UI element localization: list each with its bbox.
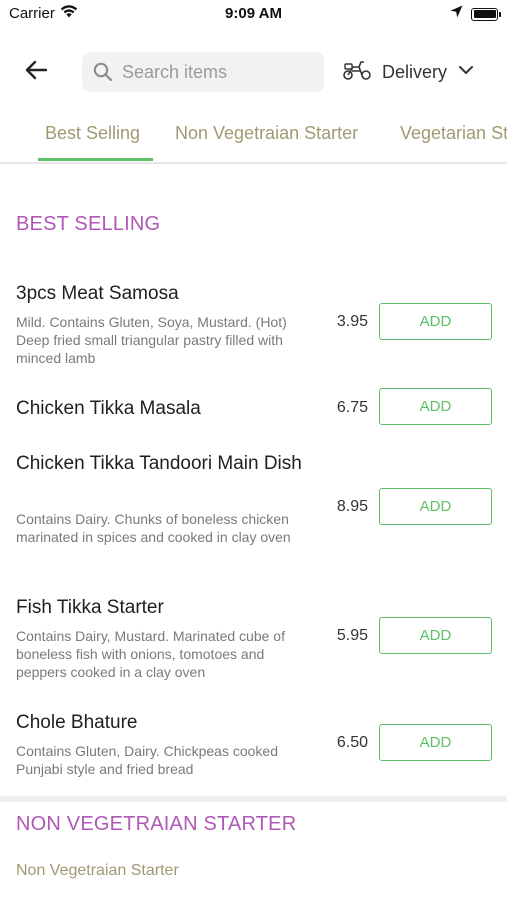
item-description: Contains Dairy, Mustard. Marinated cube … — [16, 628, 285, 680]
battery-icon — [471, 7, 501, 21]
item-name: Chicken Tikka Tandoori Main Dish — [16, 453, 302, 474]
status-time: 9:09 AM — [225, 5, 282, 22]
chevron-down-icon — [457, 63, 475, 81]
tab-vegetarian-starter[interactable]: Vegetarian Starter — [400, 112, 507, 162]
search-input[interactable] — [122, 61, 312, 83]
section-divider — [0, 796, 507, 802]
add-button[interactable]: ADD — [379, 303, 492, 340]
search-icon — [92, 61, 114, 83]
back-button[interactable] — [20, 58, 52, 86]
section-title-non-vegetraian-starter: NON VEGETRAIAN STARTER — [16, 813, 297, 835]
header: Delivery — [0, 48, 507, 96]
item-name: Chole Bhature — [16, 712, 138, 733]
item-price: 6.50 — [336, 734, 368, 751]
add-button[interactable]: ADD — [379, 724, 492, 761]
item-description: Contains Gluten, Dairy. Chickpeas cooked… — [16, 743, 278, 777]
item-price: 3.95 — [336, 313, 368, 330]
add-button[interactable]: ADD — [379, 617, 492, 654]
item-description: Contains Dairy. Chunks of boneless chick… — [16, 511, 291, 545]
active-tab-indicator — [38, 158, 153, 161]
item-name: 3pcs Meat Samosa — [16, 283, 179, 304]
item-description: Mild. Contains Gluten, Soya, Mustard. (H… — [16, 314, 287, 366]
item-name: Chicken Tikka Masala — [16, 398, 201, 419]
scooter-icon — [342, 59, 372, 86]
add-button[interactable]: ADD — [379, 388, 492, 425]
tab-best-selling[interactable]: Best Selling — [45, 112, 140, 162]
location-arrow-icon — [450, 5, 463, 23]
delivery-selector[interactable]: Delivery — [342, 56, 475, 88]
item-price: 8.95 — [336, 498, 368, 515]
tab-non-vegetraian-starter[interactable]: Non Vegetraian Starter — [175, 112, 358, 162]
add-button[interactable]: ADD — [379, 488, 492, 525]
item-price: 6.75 — [336, 399, 368, 416]
section-subtitle: Non Vegetraian Starter — [16, 862, 179, 879]
item-name: Fish Tikka Starter — [16, 597, 164, 618]
status-right — [450, 5, 501, 23]
status-bar: Carrier 9:09 AM — [0, 0, 507, 30]
delivery-label: Delivery — [382, 61, 448, 82]
category-tabs: Best Selling Non Vegetraian Starter Vege… — [0, 112, 507, 164]
section-title-best-selling: BEST SELLING — [16, 213, 161, 235]
back-arrow-icon — [24, 60, 48, 85]
search-bar[interactable] — [82, 52, 324, 92]
item-price: 5.95 — [336, 627, 368, 644]
